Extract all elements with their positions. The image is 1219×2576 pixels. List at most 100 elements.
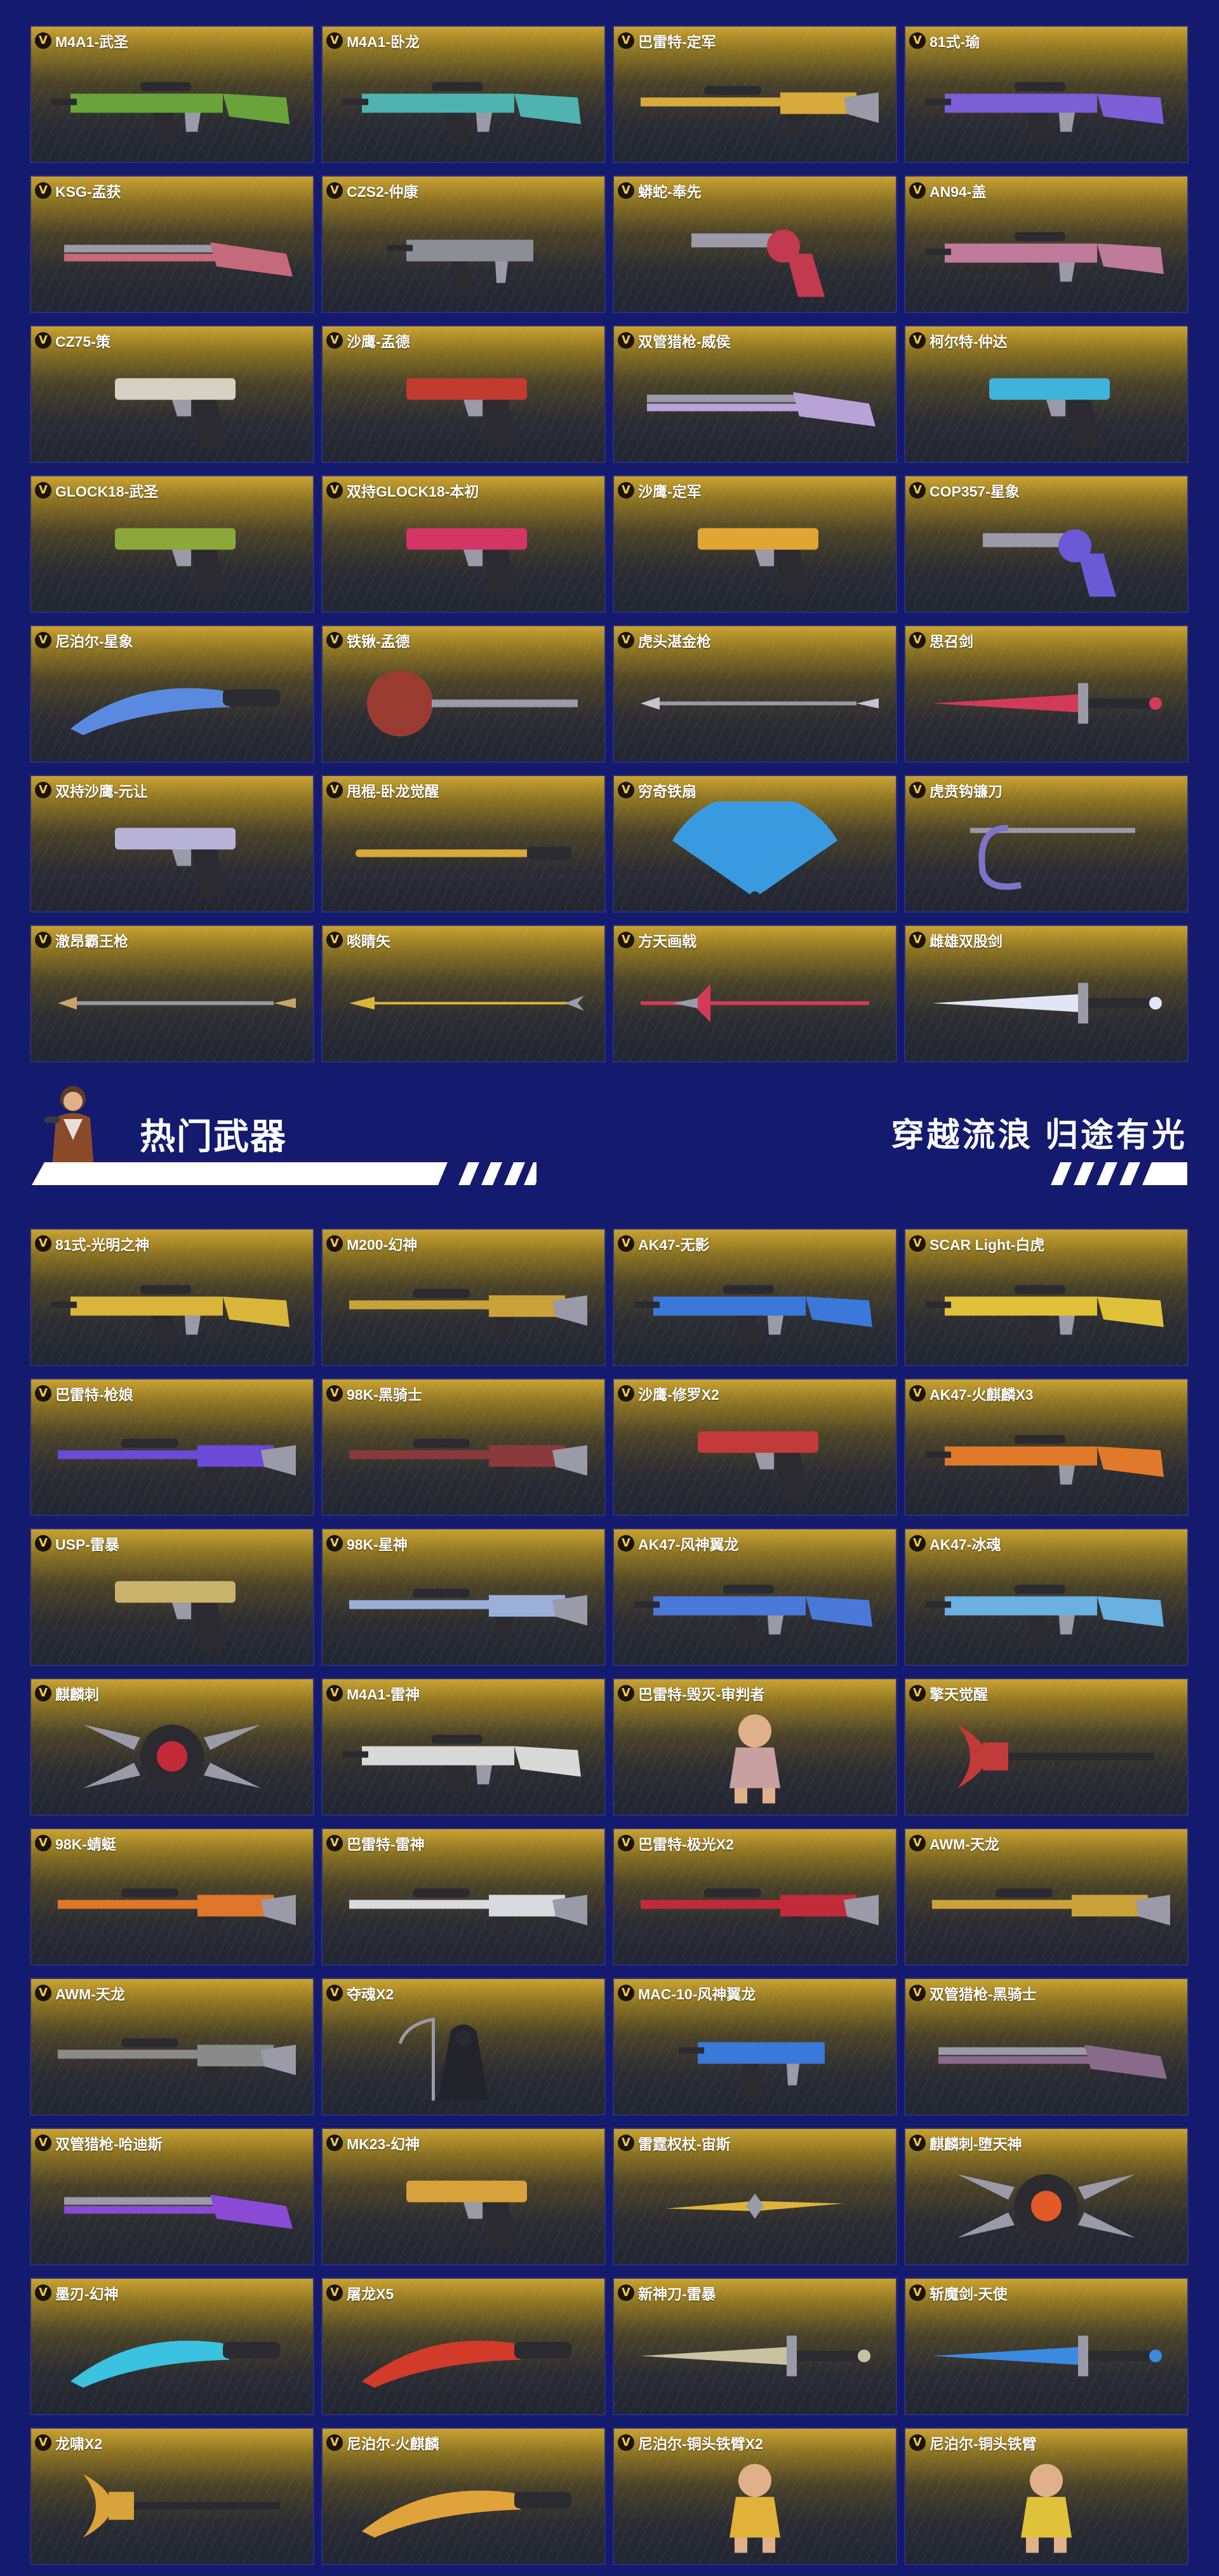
weapon-card[interactable]: V USP-雷暴 bbox=[30, 1528, 314, 1666]
weapon-card[interactable]: V 尼泊尔-铜头铁臂 bbox=[904, 2427, 1189, 2565]
sniper-icon bbox=[45, 2004, 299, 2108]
vip-badge-icon: V bbox=[326, 2135, 343, 2151]
weapon-card[interactable]: V AN94-盖 bbox=[904, 175, 1189, 313]
weapon-name: 新神刀-雷暴 bbox=[638, 2286, 716, 2302]
weapon-card[interactable]: V MAC-10-风神翼龙 bbox=[613, 1978, 897, 2116]
weapon-card[interactable]: V 穷奇铁扇 bbox=[613, 775, 897, 913]
weapon-card[interactable]: V 夺魂X2 bbox=[321, 1978, 606, 2116]
weapon-card-header: V 墨刃-幻神 bbox=[35, 2282, 119, 2304]
rifle-icon bbox=[919, 1255, 1173, 1358]
weapon-card[interactable]: V AWM-天龙 bbox=[30, 1978, 314, 2116]
weapon-name: 斩魔剑-天使 bbox=[929, 2286, 1008, 2302]
weapon-card[interactable]: V 思召剑 bbox=[904, 625, 1189, 763]
weapon-name: 98K-蜻蜓 bbox=[55, 1836, 116, 1853]
weapon-name: 沙鹰-孟德 bbox=[347, 333, 410, 350]
weapon-card[interactable]: V 沙鹰-孟德 bbox=[321, 325, 606, 463]
weapon-card[interactable]: V M4A1-卧龙 bbox=[321, 25, 606, 163]
weapon-card[interactable]: V KSG-孟获 bbox=[30, 175, 314, 313]
weapon-card[interactable]: V 蟒蛇-奉先 bbox=[613, 175, 897, 313]
weapon-card[interactable]: V 新神刀-雷暴 bbox=[613, 2277, 897, 2415]
weapon-card[interactable]: V AK47-火麒麟X3 bbox=[904, 1378, 1189, 1516]
weapon-card[interactable]: V 屠龙X5 bbox=[321, 2277, 606, 2415]
weapon-card[interactable]: V 麒麟刺 bbox=[30, 1678, 314, 1816]
weapon-card[interactable]: V 麒麟刺-堕天神 bbox=[904, 2128, 1189, 2265]
pistol-icon bbox=[45, 502, 299, 605]
weapon-card[interactable]: V 98K-蜻蜓 bbox=[30, 1828, 314, 1966]
weapon-card[interactable]: V 甩棍-卧龙觉醒 bbox=[321, 775, 606, 913]
weapon-card[interactable]: V AK47-风神翼龙 bbox=[613, 1528, 897, 1666]
weapon-card[interactable]: V 铁锹-孟德 bbox=[321, 625, 606, 763]
weapon-name: 雌雄双股剑 bbox=[929, 933, 1003, 949]
shotgun-icon bbox=[919, 2004, 1173, 2108]
weapon-card[interactable]: V 双管猎枪-威侯 bbox=[613, 325, 897, 463]
weapon-card-header: V 虎贲钩镰刀 bbox=[909, 779, 1003, 801]
weapon-name: 尼泊尔-铜头铁臂X2 bbox=[638, 2436, 763, 2452]
weapon-card[interactable]: V 98K-黑骑士 bbox=[321, 1378, 606, 1516]
weapon-card[interactable]: V 巴雷特-定军 bbox=[613, 25, 897, 163]
weapon-card[interactable]: V MK23-幻神 bbox=[321, 2128, 606, 2265]
weapon-card[interactable]: V AK47-冰魂 bbox=[904, 1528, 1189, 1666]
weapon-card[interactable]: V 雌雄双股剑 bbox=[904, 925, 1189, 1063]
weapon-card[interactable]: V 雷霆权杖-宙斯 bbox=[613, 2128, 897, 2265]
weapon-card[interactable]: V 尼泊尔-火麒麟 bbox=[321, 2427, 606, 2565]
weapon-card[interactable]: V M4A1-雷神 bbox=[321, 1678, 606, 1816]
weapon-card[interactable]: V 巴雷特-极光X2 bbox=[613, 1828, 897, 1966]
weapon-card-header: V M4A1-雷神 bbox=[326, 1682, 420, 1704]
vip-badge-icon: V bbox=[326, 1685, 343, 1701]
weapon-card[interactable]: V CZ75-策 bbox=[30, 325, 314, 463]
weapon-card[interactable]: V GLOCK18-武圣 bbox=[30, 475, 314, 613]
weapon-card[interactable]: V 双持沙鹰-元让 bbox=[30, 775, 314, 913]
weapon-card[interactable]: V M4A1-武圣 bbox=[30, 25, 314, 163]
weapon-card[interactable]: V CZS2-仲康 bbox=[321, 175, 606, 313]
vip-badge-icon: V bbox=[909, 2284, 926, 2301]
weapon-card[interactable]: V 双管猎枪-黑骑士 bbox=[904, 1978, 1189, 2116]
weapon-card[interactable]: V 斩魔剑-天使 bbox=[904, 2277, 1189, 2415]
weapon-card[interactable]: V 巴雷特-雷神 bbox=[321, 1828, 606, 1966]
weapon-card[interactable]: V 澈昂霸王枪 bbox=[30, 925, 314, 1063]
vip-badge-icon: V bbox=[909, 1685, 926, 1701]
weapon-card[interactable]: V COP357-星象 bbox=[904, 475, 1189, 613]
weapon-card[interactable]: V M200-幻神 bbox=[321, 1228, 606, 1366]
weapon-card[interactable]: V AK47-无影 bbox=[613, 1228, 897, 1366]
weapon-card[interactable]: V 啖睛矢 bbox=[321, 925, 606, 1063]
weapon-card[interactable]: V 虎头湛金枪 bbox=[613, 625, 897, 763]
sword-icon bbox=[919, 951, 1173, 1055]
weapon-card[interactable]: V 方天画戟 bbox=[613, 925, 897, 1063]
rifle-icon bbox=[336, 52, 590, 156]
weapon-card[interactable]: V 巴雷特-枪娘 bbox=[30, 1378, 314, 1516]
weapon-card-header: V 新神刀-雷暴 bbox=[618, 2282, 716, 2304]
weapon-card[interactable]: V 尼泊尔-星象 bbox=[30, 625, 314, 763]
weapon-card[interactable]: V 沙鹰-修罗X2 bbox=[613, 1378, 897, 1516]
halberd-icon bbox=[628, 951, 882, 1055]
weapon-card[interactable]: V 龙啸X2 bbox=[30, 2427, 314, 2565]
vip-badge-icon: V bbox=[618, 2434, 634, 2451]
weapon-card[interactable]: V 尼泊尔-铜头铁臂X2 bbox=[613, 2427, 897, 2565]
weapon-card-header: V 98K-蜻蜓 bbox=[35, 1832, 116, 1854]
weapon-name: 蟒蛇-奉先 bbox=[638, 184, 702, 200]
weapon-card[interactable]: V 双管猎枪-哈迪斯 bbox=[30, 2128, 314, 2265]
vip-badge-icon: V bbox=[35, 182, 51, 199]
weapon-name: 巴雷特-定军 bbox=[638, 34, 716, 50]
character-icon bbox=[919, 2454, 1173, 2558]
vip-badge-icon: V bbox=[326, 1985, 343, 2001]
weapon-card[interactable]: V 墨刃-幻神 bbox=[30, 2277, 314, 2415]
weapon-name: AN94-盖 bbox=[929, 184, 987, 200]
weapon-card[interactable]: V 柯尔特-仲达 bbox=[904, 325, 1189, 463]
weapon-name: 双持沙鹰-元让 bbox=[55, 783, 148, 800]
weapon-name: 虎贲钩镰刀 bbox=[929, 783, 1003, 800]
weapon-card[interactable]: V 98K-星神 bbox=[321, 1528, 606, 1666]
hot-weapons-banner: 热门武器 穿越流浪 归途有光 bbox=[0, 1073, 1219, 1194]
weapon-card[interactable]: V 81式-瑜 bbox=[904, 25, 1189, 163]
smg-icon bbox=[336, 202, 590, 305]
vip-badge-icon: V bbox=[618, 932, 634, 948]
weapon-card[interactable]: V 双持GLOCK18-本初 bbox=[321, 475, 606, 613]
weapon-card[interactable]: V 81式-光明之神 bbox=[30, 1228, 314, 1366]
weapon-card-header: V 双管猎枪-威侯 bbox=[618, 330, 731, 351]
weapon-card[interactable]: V AWM-天龙 bbox=[904, 1828, 1189, 1966]
weapon-card[interactable]: V 巴雷特-毁灭-审判者 bbox=[613, 1678, 897, 1816]
weapon-card[interactable]: V SCAR Light-白虎 bbox=[904, 1228, 1189, 1366]
sniper-icon bbox=[45, 1405, 299, 1508]
weapon-card[interactable]: V 虎贲钩镰刀 bbox=[904, 775, 1189, 913]
weapon-card[interactable]: V 擎天觉醒 bbox=[904, 1678, 1189, 1816]
weapon-card[interactable]: V 沙鹰-定军 bbox=[613, 475, 897, 613]
